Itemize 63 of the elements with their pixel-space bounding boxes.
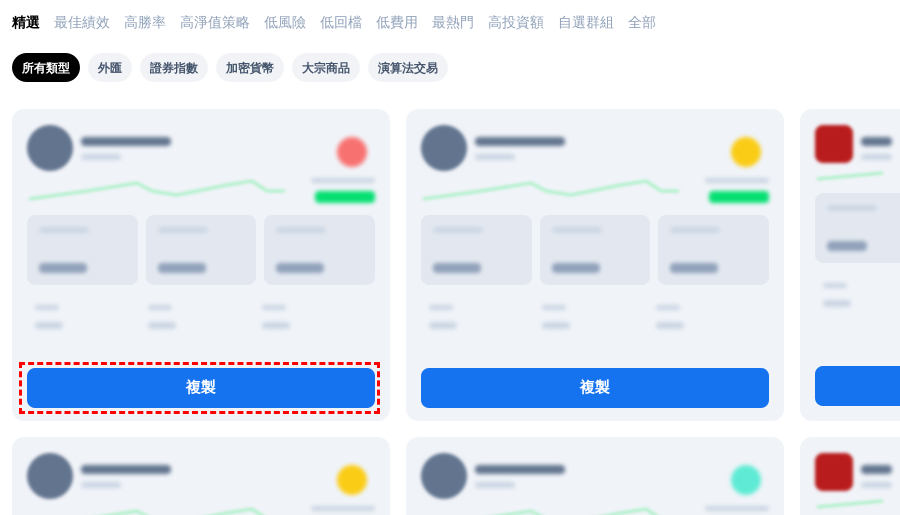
blurred-text xyxy=(827,241,867,251)
avatar-placeholder xyxy=(421,453,467,499)
blurred-text xyxy=(311,506,375,511)
blurred-text xyxy=(148,305,172,310)
filter-chip[interactable]: 證券指數 xyxy=(140,53,208,82)
category-tab[interactable]: 全部 xyxy=(628,12,656,33)
blurred-text xyxy=(823,283,847,288)
category-tab[interactable]: 低風險 xyxy=(264,12,306,33)
filter-chip[interactable]: 演算法交易 xyxy=(368,53,448,82)
blurred-text xyxy=(315,191,375,203)
blurred-text xyxy=(542,322,570,329)
category-tab[interactable]: 自選群組 xyxy=(558,12,614,33)
category-tab[interactable]: 最佳績效 xyxy=(54,12,110,33)
blurred-text xyxy=(433,263,481,273)
blurred-text xyxy=(39,263,87,273)
blurred-text xyxy=(81,154,121,160)
blurred-text xyxy=(861,482,892,488)
avatar-placeholder xyxy=(815,125,853,163)
blurred-text xyxy=(542,305,566,310)
blurred-text xyxy=(670,263,718,273)
filter-chip[interactable]: 加密貨幣 xyxy=(216,53,284,82)
blurred-text xyxy=(262,305,286,310)
filter-chip[interactable]: 大宗商品 xyxy=(292,53,360,82)
blurred-text xyxy=(429,322,457,329)
blurred-text xyxy=(262,322,290,329)
blurred-text xyxy=(709,191,769,203)
blurred-text xyxy=(861,465,892,474)
blurred-text xyxy=(276,263,324,273)
blurred-text xyxy=(656,305,680,310)
category-tab[interactable]: 低回檔 xyxy=(320,12,362,33)
blurred-text xyxy=(705,178,769,183)
blurred-text xyxy=(311,178,375,183)
copy-button[interactable] xyxy=(815,366,900,406)
blurred-text xyxy=(429,305,453,310)
category-tab[interactable]: 高勝率 xyxy=(124,12,166,33)
blurred-text xyxy=(823,300,851,307)
blurred-text xyxy=(475,482,515,488)
category-tab[interactable]: 高淨值策略 xyxy=(180,12,250,33)
avatar-placeholder xyxy=(815,453,853,491)
blurred-text xyxy=(35,322,63,329)
blurred-text xyxy=(35,305,59,310)
blurred-text xyxy=(148,322,176,329)
sparkline-drawing xyxy=(815,499,885,509)
sparkline-drawing xyxy=(815,171,885,181)
blurred-text xyxy=(552,263,600,273)
category-tab[interactable]: 精選 xyxy=(12,12,40,33)
avatar-placeholder xyxy=(27,453,73,499)
avatar-placeholder xyxy=(27,125,73,171)
category-tab[interactable]: 低費用 xyxy=(376,12,418,33)
blurred-text xyxy=(475,154,515,160)
filter-chip[interactable]: 外匯 xyxy=(88,53,132,82)
blurred-text xyxy=(705,506,769,511)
blurred-text xyxy=(861,137,892,146)
copy-button[interactable]: 複製 xyxy=(27,368,375,408)
category-tab[interactable]: 高投資額 xyxy=(488,12,544,33)
filter-chip[interactable]: 所有類型 xyxy=(12,53,80,82)
copy-button[interactable]: 複製 xyxy=(421,368,769,408)
blurred-text xyxy=(861,154,892,160)
avatar-placeholder xyxy=(421,125,467,171)
blurred-text xyxy=(158,263,206,273)
category-tab[interactable]: 最熱門 xyxy=(432,12,474,33)
blurred-text xyxy=(656,322,684,329)
blurred-text xyxy=(81,482,121,488)
